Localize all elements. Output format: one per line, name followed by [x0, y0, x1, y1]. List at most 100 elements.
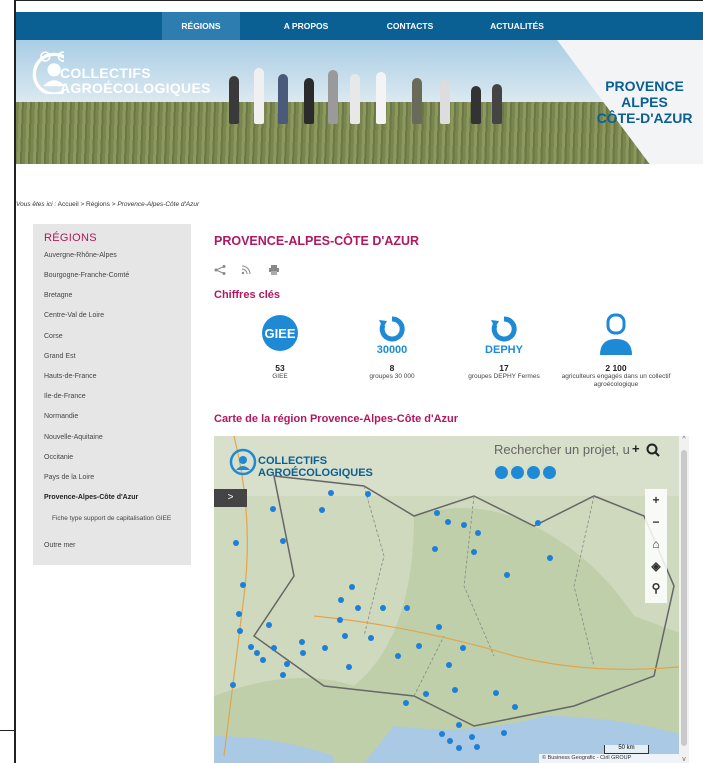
map-marker[interactable]: [328, 490, 334, 496]
map-marker[interactable]: [404, 605, 410, 611]
zoom-in-button[interactable]: +: [645, 489, 667, 511]
layer-dephy-icon[interactable]: [527, 466, 540, 479]
map-marker[interactable]: [284, 661, 290, 667]
map-marker[interactable]: [493, 690, 499, 696]
map-marker[interactable]: [504, 572, 510, 578]
map-expand-button[interactable]: >: [214, 489, 247, 507]
map-marker[interactable]: [416, 643, 422, 649]
nav-item-a-propos[interactable]: A PROPOS: [266, 12, 346, 40]
map-marker[interactable]: [349, 584, 355, 590]
map-marker[interactable]: [436, 624, 442, 630]
map-marker[interactable]: [338, 597, 344, 603]
map-marker[interactable]: [456, 722, 462, 728]
sidebar-item-ile-de-france[interactable]: Ile-de-France: [44, 393, 86, 400]
nav-item-contacts[interactable]: CONTACTS: [370, 12, 450, 40]
map-marker[interactable]: [337, 617, 343, 623]
sidebar-item-centre-val-de-loire[interactable]: Centre-Val de Loire: [44, 312, 104, 319]
sidebar-item-pays-de-la-loire[interactable]: Pays de la Loire: [44, 474, 94, 481]
map-marker[interactable]: [236, 611, 242, 617]
map-marker[interactable]: [446, 662, 452, 668]
brand-logo-icon[interactable]: [20, 50, 64, 94]
map-marker[interactable]: [452, 687, 458, 693]
map-marker[interactable]: [403, 700, 409, 706]
hero-person: [229, 76, 239, 124]
map-marker[interactable]: [248, 644, 254, 650]
map-marker[interactable]: [355, 605, 361, 611]
nav-item-actualites[interactable]: ACTUALITÉS: [476, 12, 558, 40]
map-marker[interactable]: [233, 540, 239, 546]
sidebar-item-corse[interactable]: Corse: [44, 333, 63, 340]
map-marker[interactable]: [319, 507, 325, 513]
map-marker[interactable]: [434, 510, 440, 516]
breadcrumb-path[interactable]: Accueil > Régions >: [56, 201, 117, 208]
map-marker[interactable]: [501, 730, 507, 736]
brand-name[interactable]: COLLECTIFS AGROÉCOLOGIQUES: [60, 66, 211, 96]
measure-icon[interactable]: ⚲: [645, 577, 667, 599]
zoom-out-button[interactable]: −: [645, 511, 667, 533]
sidebar-item-outre-mer[interactable]: Outre mer: [44, 542, 76, 549]
map-marker[interactable]: [346, 664, 352, 670]
map-marker[interactable]: [368, 635, 374, 641]
rss-icon[interactable]: [241, 265, 253, 275]
map-marker[interactable]: [260, 657, 266, 663]
map-marker[interactable]: [535, 520, 541, 526]
map-search-plus-icon[interactable]: +: [632, 441, 640, 456]
map-marker[interactable]: [271, 645, 277, 651]
map-marker[interactable]: [432, 546, 438, 552]
sidebar-item-nouvelle-aquitaine[interactable]: Nouvelle-Aquitaine: [44, 434, 103, 441]
map-marker[interactable]: [456, 745, 462, 751]
map-marker[interactable]: [299, 639, 305, 645]
layer-30000-icon[interactable]: [511, 466, 524, 479]
map-scrollbar[interactable]: ^ v: [679, 436, 689, 763]
sidebar-subitem-fiche-giee[interactable]: Fiche type support de capitalisation GIE…: [52, 515, 187, 523]
map-attribution[interactable]: © Business Geografic - Ciril GROUP: [539, 754, 679, 763]
sidebar-item-grand-est[interactable]: Grand Est: [44, 353, 76, 360]
map-marker[interactable]: [266, 622, 272, 628]
map-marker[interactable]: [423, 691, 429, 697]
sidebar-item-occitanie[interactable]: Occitanie: [44, 454, 73, 461]
map-marker[interactable]: [342, 633, 348, 639]
sidebar-item-bretagne[interactable]: Bretagne: [44, 292, 72, 299]
share-icon[interactable]: [214, 265, 226, 276]
map-marker[interactable]: [365, 491, 371, 497]
scroll-down-icon[interactable]: v: [679, 756, 689, 763]
map-marker[interactable]: [547, 555, 553, 561]
map-marker[interactable]: [254, 650, 260, 656]
map-marker[interactable]: [322, 645, 328, 651]
layer-search-icon[interactable]: [543, 466, 556, 479]
sidebar-item-hauts-de-france[interactable]: Hauts-de-France: [44, 373, 97, 380]
sidebar-item-auvergne-rhone-alpes[interactable]: Auvergne-Rhône-Alpes: [44, 252, 117, 259]
map-marker[interactable]: [439, 731, 445, 737]
layers-icon[interactable]: ◈: [645, 555, 667, 577]
sidebar-item-normandie[interactable]: Normandie: [44, 413, 78, 420]
map-marker[interactable]: [447, 738, 453, 744]
map-marker[interactable]: [461, 522, 467, 528]
map-marker[interactable]: [230, 682, 236, 688]
map-marker[interactable]: [460, 645, 466, 651]
map-marker[interactable]: [280, 538, 286, 544]
layer-giee-icon[interactable]: [495, 466, 508, 479]
scroll-thumb[interactable]: [681, 450, 687, 746]
map-marker[interactable]: [380, 605, 386, 611]
sidebar-item-bourgogne-franche-comte[interactable]: Bourgogne-Franche-Comté: [44, 272, 129, 279]
map-marker[interactable]: [395, 653, 401, 659]
map-marker[interactable]: [471, 549, 477, 555]
map-marker[interactable]: [469, 734, 475, 740]
map-marker[interactable]: [474, 744, 480, 750]
map-marker[interactable]: [445, 519, 451, 525]
map-marker[interactable]: [270, 506, 276, 512]
sidebar-item-provence-alpes-cote-dazur[interactable]: Provence-Alpes-Côte d'Azur: [44, 494, 138, 501]
nav-item-regions[interactable]: RÉGIONS: [162, 12, 240, 40]
home-icon[interactable]: ⌂: [645, 533, 667, 555]
map-marker[interactable]: [280, 672, 286, 678]
scroll-up-icon[interactable]: ^: [679, 436, 689, 443]
map-marker[interactable]: [512, 704, 518, 710]
print-icon[interactable]: [268, 265, 280, 276]
map-marker[interactable]: [300, 650, 306, 656]
map-search-icon[interactable]: [646, 443, 660, 457]
map-marker[interactable]: [240, 582, 246, 588]
map-marker[interactable]: [475, 530, 481, 536]
region-map[interactable]: [214, 436, 688, 763]
map-marker[interactable]: [237, 628, 243, 634]
map-search-input[interactable]: Rechercher un projet, u: [494, 442, 630, 457]
